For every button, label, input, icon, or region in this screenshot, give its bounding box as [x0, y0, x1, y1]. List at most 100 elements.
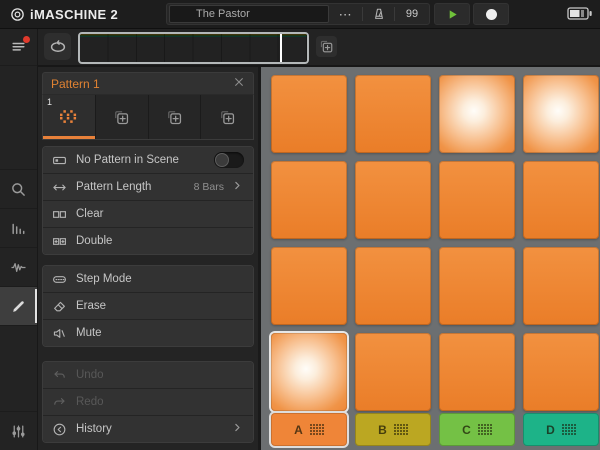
- group-button-a[interactable]: A: [271, 413, 347, 446]
- song-timeline[interactable]: [78, 32, 309, 64]
- pad-5[interactable]: [271, 161, 347, 239]
- menu-group: No Pattern in Scene Pattern Length 8 Bars C…: [42, 146, 254, 255]
- pad-8[interactable]: [523, 161, 599, 239]
- pattern-panel-header: Pattern 1: [42, 72, 254, 94]
- pad-7[interactable]: [439, 161, 515, 239]
- menu-item-mute[interactable]: Mute: [43, 320, 253, 346]
- group-row: A B C D: [271, 413, 599, 446]
- metronome-icon: [372, 7, 386, 21]
- top-bar: iMASCHINE 2 The Pastor ⋯ 99: [0, 0, 600, 29]
- metronome-button[interactable]: [363, 4, 394, 24]
- pattern-number: 1: [47, 97, 53, 107]
- pattern-tab-1[interactable]: 1: [43, 95, 96, 139]
- menu-group: Step Mode Erase Mute: [42, 265, 254, 347]
- pad-16[interactable]: [523, 333, 599, 411]
- pad-4[interactable]: [523, 75, 599, 153]
- menu-item-label: Double: [76, 235, 113, 247]
- scene-track-d[interactable]: [80, 36, 307, 37]
- sidebar-item-browse[interactable]: [0, 169, 37, 209]
- record-button[interactable]: [473, 3, 509, 25]
- ni-logo-icon: [11, 7, 24, 21]
- sidebar-item-mixer[interactable]: [0, 411, 37, 450]
- add-scene-button[interactable]: [316, 36, 337, 57]
- menu-item-label: Pattern Length: [76, 181, 152, 193]
- group-grid-icon: [477, 424, 492, 435]
- sidebar-item-edit[interactable]: [0, 287, 37, 326]
- more-options-button[interactable]: ⋯: [329, 4, 362, 24]
- project-title-field[interactable]: The Pastor: [169, 5, 330, 23]
- sidebar-item-keyboard[interactable]: [0, 209, 37, 248]
- scene-bar: [38, 28, 600, 67]
- add-pattern-icon: [166, 109, 183, 126]
- pad-9[interactable]: [271, 247, 347, 325]
- app-logo: iMASCHINE 2: [10, 0, 118, 28]
- pencil-icon: [10, 298, 27, 315]
- menu-item-no-pattern-in-scene[interactable]: No Pattern in Scene: [43, 147, 253, 174]
- pattern-panel-title: Pattern 1: [51, 76, 100, 91]
- pad-13[interactable]: [271, 333, 347, 411]
- group-label: B: [378, 422, 387, 437]
- pattern-tabs: 1: [42, 94, 254, 140]
- menu-item-clear[interactable]: Clear: [43, 201, 253, 228]
- add-pattern-tab[interactable]: [149, 95, 202, 139]
- pad-2[interactable]: [355, 75, 431, 153]
- add-pattern-icon: [219, 109, 236, 126]
- pad-area: A B C D: [258, 67, 600, 450]
- pad-15[interactable]: [439, 333, 515, 411]
- sidebar-item-projects-menu[interactable]: [0, 28, 37, 66]
- redo-icon: [52, 395, 76, 410]
- menu-item-redo[interactable]: Redo: [43, 389, 253, 416]
- loop-icon: [49, 38, 67, 56]
- timeline-bar-grid: [80, 34, 307, 62]
- more-options-icon: ⋯: [338, 6, 353, 22]
- pad-11[interactable]: [439, 247, 515, 325]
- menu-item-erase[interactable]: Erase: [43, 293, 253, 320]
- group-button-c[interactable]: C: [439, 413, 515, 446]
- menu-item-pattern-length[interactable]: Pattern Length 8 Bars: [43, 174, 253, 201]
- pattern-events-icon: [60, 110, 77, 124]
- add-pattern-tab[interactable]: [96, 95, 149, 139]
- group-grid-icon: [309, 424, 324, 435]
- double-icon: [52, 234, 76, 249]
- menu-item-step-mode[interactable]: Step Mode: [43, 266, 253, 293]
- group-grid-icon: [561, 424, 576, 435]
- pad-14[interactable]: [355, 333, 431, 411]
- app-title: iMASCHINE 2: [30, 6, 119, 22]
- playhead[interactable]: [279, 34, 282, 62]
- pad-3[interactable]: [439, 75, 515, 153]
- pad-grid: [271, 75, 599, 411]
- pad-10[interactable]: [355, 247, 431, 325]
- waveform-icon: [10, 259, 27, 276]
- menu-item-history[interactable]: History: [43, 416, 253, 442]
- chevron-right-icon: [231, 421, 244, 437]
- chevron-right-icon: [231, 179, 244, 195]
- menu-item-label: No Pattern in Scene: [76, 154, 179, 166]
- group-label: A: [294, 422, 303, 437]
- pattern-slot-icon: [52, 153, 76, 168]
- play-button[interactable]: [434, 3, 470, 25]
- menu-item-value: 8 Bars: [193, 181, 224, 193]
- erase-icon: [52, 299, 76, 314]
- menu-item-undo[interactable]: Undo: [43, 362, 253, 389]
- pad-12[interactable]: [523, 247, 599, 325]
- pad-1[interactable]: [271, 75, 347, 153]
- menu-item-double[interactable]: Double: [43, 228, 253, 254]
- pattern-panel: Pattern 1 1 No Pattern in Scene Pattern L…: [38, 67, 258, 450]
- add-pattern-tab[interactable]: [201, 95, 253, 139]
- tempo-display[interactable]: 99: [395, 4, 429, 24]
- loop-button[interactable]: [44, 33, 71, 60]
- history-icon: [52, 422, 76, 437]
- toggle-switch[interactable]: [214, 152, 244, 168]
- pad-6[interactable]: [355, 161, 431, 239]
- sidebar-item-audio[interactable]: [0, 248, 37, 287]
- search-icon: [10, 181, 27, 198]
- add-scene-icon: [319, 39, 334, 54]
- group-button-b[interactable]: B: [355, 413, 431, 446]
- close-panel-button[interactable]: [233, 75, 245, 93]
- group-button-d[interactable]: D: [523, 413, 599, 446]
- sidebar: [0, 28, 38, 450]
- pattern-menu: No Pattern in Scene Pattern Length 8 Bars C…: [42, 146, 254, 443]
- step-mode-icon: [52, 272, 76, 287]
- menu-item-label: Redo: [76, 396, 104, 408]
